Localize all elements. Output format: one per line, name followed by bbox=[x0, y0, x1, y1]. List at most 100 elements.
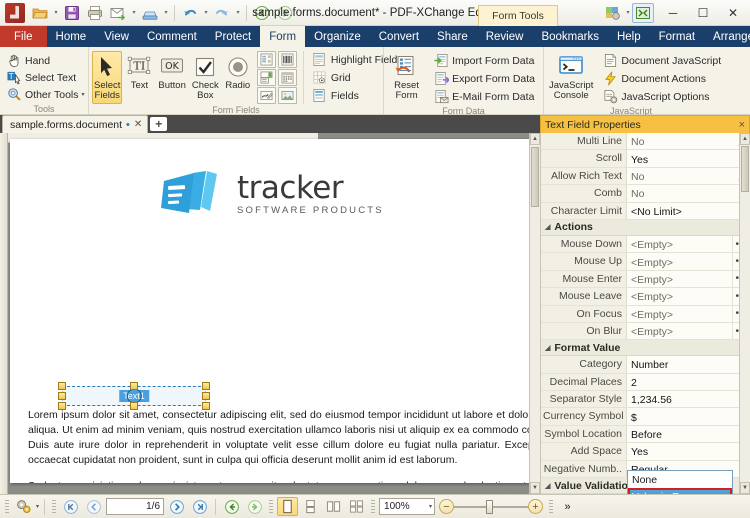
property-value[interactable]: <Empty> bbox=[627, 270, 732, 288]
barcode-field-button[interactable] bbox=[277, 51, 297, 68]
import-form-data-button[interactable]: Import Form Data bbox=[430, 52, 540, 69]
redo-caret-icon[interactable]: ▾ bbox=[234, 9, 242, 16]
property-value[interactable]: No bbox=[627, 133, 736, 150]
tab-arrange[interactable]: Arrange bbox=[704, 26, 750, 47]
property-value[interactable]: Yes bbox=[627, 443, 750, 460]
date-field-button[interactable] bbox=[277, 69, 297, 86]
tab-organize[interactable]: Organize bbox=[305, 26, 370, 47]
scroll-up-arrow-icon[interactable]: ▲ bbox=[530, 133, 540, 145]
properties-panel-close-icon[interactable]: × bbox=[739, 119, 745, 131]
page-number-input[interactable]: 1/6 bbox=[106, 498, 165, 515]
radio-button-button[interactable]: Radio bbox=[223, 51, 253, 94]
zoom-level-input[interactable]: 100% ▾ bbox=[379, 498, 436, 515]
property-row-comb[interactable]: Comb No bbox=[541, 185, 750, 203]
pdf-page[interactable]: tracker SOFTWARE PRODUCTS Text1 Lorem ip… bbox=[10, 139, 530, 483]
property-value[interactable]: Number bbox=[627, 356, 750, 373]
document-vertical-scrollbar[interactable]: ▲ ▼ bbox=[529, 133, 540, 494]
document-actions-button[interactable]: Document Actions bbox=[599, 70, 726, 87]
dropdown-option-none[interactable]: None bbox=[628, 471, 732, 488]
section-format-value[interactable]: ◢ Format Value bbox=[541, 340, 750, 357]
property-row-symbol-location[interactable]: Symbol Location Before bbox=[541, 425, 750, 444]
contextual-tab-form-tools[interactable]: Form Tools bbox=[478, 5, 558, 26]
two-page-view-button[interactable] bbox=[323, 497, 344, 516]
other-tools-button[interactable]: Other Tools ▾ bbox=[3, 86, 90, 103]
property-value[interactable]: Yes bbox=[627, 150, 736, 167]
scan-caret-icon[interactable]: ▾ bbox=[162, 9, 170, 16]
tab-review[interactable]: Review bbox=[477, 26, 533, 47]
resize-handle-ne[interactable] bbox=[202, 382, 210, 390]
property-row-currency-symbol[interactable]: Currency Symbol $ bbox=[541, 408, 750, 426]
tab-form[interactable]: Form bbox=[260, 26, 306, 47]
tab-home[interactable]: Home bbox=[47, 26, 96, 47]
signature-field-button[interactable] bbox=[256, 87, 276, 104]
property-value[interactable]: <No Limit> bbox=[627, 202, 736, 219]
section-collapse-icon[interactable]: ◢ bbox=[545, 482, 550, 490]
javascript-console-button[interactable]: JavaScript Console bbox=[547, 51, 595, 104]
navigate-forward-button[interactable] bbox=[244, 497, 265, 516]
zoom-out-button[interactable]: − bbox=[439, 499, 455, 514]
ribbon-options-caret-icon[interactable]: ▾ bbox=[624, 9, 632, 16]
status-tools-button[interactable] bbox=[13, 497, 34, 516]
section-collapse-icon[interactable]: ◢ bbox=[545, 223, 550, 231]
status-end-grip[interactable] bbox=[549, 499, 554, 514]
tab-bookmarks[interactable]: Bookmarks bbox=[532, 26, 608, 47]
tab-comment[interactable]: Comment bbox=[138, 26, 206, 47]
toolbar-grip[interactable] bbox=[5, 499, 9, 514]
maximize-button[interactable]: ☐ bbox=[688, 1, 718, 25]
resize-handle-w[interactable] bbox=[58, 392, 66, 400]
zoom-slider[interactable]: − + bbox=[439, 499, 544, 514]
single-page-view-button[interactable] bbox=[277, 497, 299, 516]
section-actions[interactable]: ◢ Actions bbox=[541, 219, 750, 236]
status-tools-caret-icon[interactable]: ▾ bbox=[36, 503, 39, 510]
image-field-button[interactable] bbox=[277, 87, 297, 104]
property-row-allow-rich-text[interactable]: Allow Rich Text No bbox=[541, 167, 750, 186]
nav-grip[interactable] bbox=[52, 499, 57, 514]
tab-convert[interactable]: Convert bbox=[370, 26, 428, 47]
properties-list[interactable]: Multi Line No Scroll Yes Allow Rich Text… bbox=[541, 133, 750, 494]
tab-view[interactable]: View bbox=[95, 26, 138, 47]
reset-form-button[interactable]: Reset Form bbox=[387, 51, 426, 104]
property-value[interactable]: $ bbox=[627, 408, 750, 425]
zoom-in-button[interactable]: + bbox=[528, 499, 544, 514]
print-button[interactable] bbox=[84, 2, 106, 23]
tab-share[interactable]: Share bbox=[428, 26, 477, 47]
property-value[interactable]: <Empty> bbox=[627, 288, 732, 305]
zoom-grip[interactable] bbox=[371, 499, 376, 514]
email-form-data-button[interactable]: E-Mail Form Data bbox=[430, 88, 540, 105]
resize-handle-e[interactable] bbox=[202, 392, 210, 400]
next-page-button[interactable] bbox=[166, 497, 187, 516]
tab-file[interactable]: File bbox=[0, 26, 47, 47]
javascript-options-button[interactable]: JavaScript Options bbox=[599, 88, 726, 105]
document-tab[interactable]: sample.forms.document • ✕ bbox=[2, 115, 149, 133]
button-field-button[interactable]: OK Button bbox=[156, 51, 187, 94]
property-value[interactable]: 1,234.56 bbox=[627, 391, 750, 408]
scroll-down-arrow-icon[interactable]: ▼ bbox=[740, 482, 750, 494]
scan-button[interactable] bbox=[139, 2, 161, 23]
property-row-mouse-enter[interactable]: Mouse Enter <Empty> ••• bbox=[541, 270, 750, 289]
property-row-decimal-places[interactable]: Decimal Places 2 bbox=[541, 373, 750, 392]
property-value[interactable]: 2 bbox=[627, 373, 750, 391]
property-row-multi-line[interactable]: Multi Line No bbox=[541, 133, 750, 151]
property-row-mouse-leave[interactable]: Mouse Leave <Empty> ••• bbox=[541, 288, 750, 306]
dropdown-option-value-in-range[interactable]: Value in Range bbox=[628, 488, 732, 494]
email-caret-icon[interactable]: ▾ bbox=[130, 9, 138, 16]
document-javascript-button[interactable]: Document JavaScript bbox=[599, 52, 726, 69]
close-button[interactable]: ✕ bbox=[718, 1, 748, 25]
tab-help[interactable]: Help bbox=[608, 26, 650, 47]
document-tab-close-icon[interactable]: ✕ bbox=[134, 119, 142, 130]
navigate-back-button[interactable] bbox=[221, 497, 242, 516]
zoom-slider-track[interactable] bbox=[454, 499, 529, 514]
new-tab-button[interactable]: + bbox=[150, 117, 168, 131]
hand-tool-button[interactable]: Hand bbox=[3, 52, 55, 69]
undo-caret-icon[interactable]: ▾ bbox=[202, 9, 210, 16]
property-row-on-blur[interactable]: On Blur <Empty> ••• bbox=[541, 322, 750, 341]
resize-handle-nw[interactable] bbox=[58, 382, 66, 390]
properties-scroll-thumb[interactable] bbox=[741, 146, 749, 192]
properties-vertical-scrollbar[interactable]: ▲ ▼ bbox=[739, 133, 750, 494]
continuous-view-button[interactable] bbox=[300, 497, 321, 516]
selected-form-field[interactable]: Text1 bbox=[58, 382, 210, 410]
scroll-up-arrow-icon[interactable]: ▲ bbox=[740, 133, 750, 145]
email-button[interactable] bbox=[107, 2, 129, 23]
property-row-category[interactable]: Category Number bbox=[541, 356, 750, 374]
property-row-separator-style[interactable]: Separator Style 1,234.56 bbox=[541, 391, 750, 409]
